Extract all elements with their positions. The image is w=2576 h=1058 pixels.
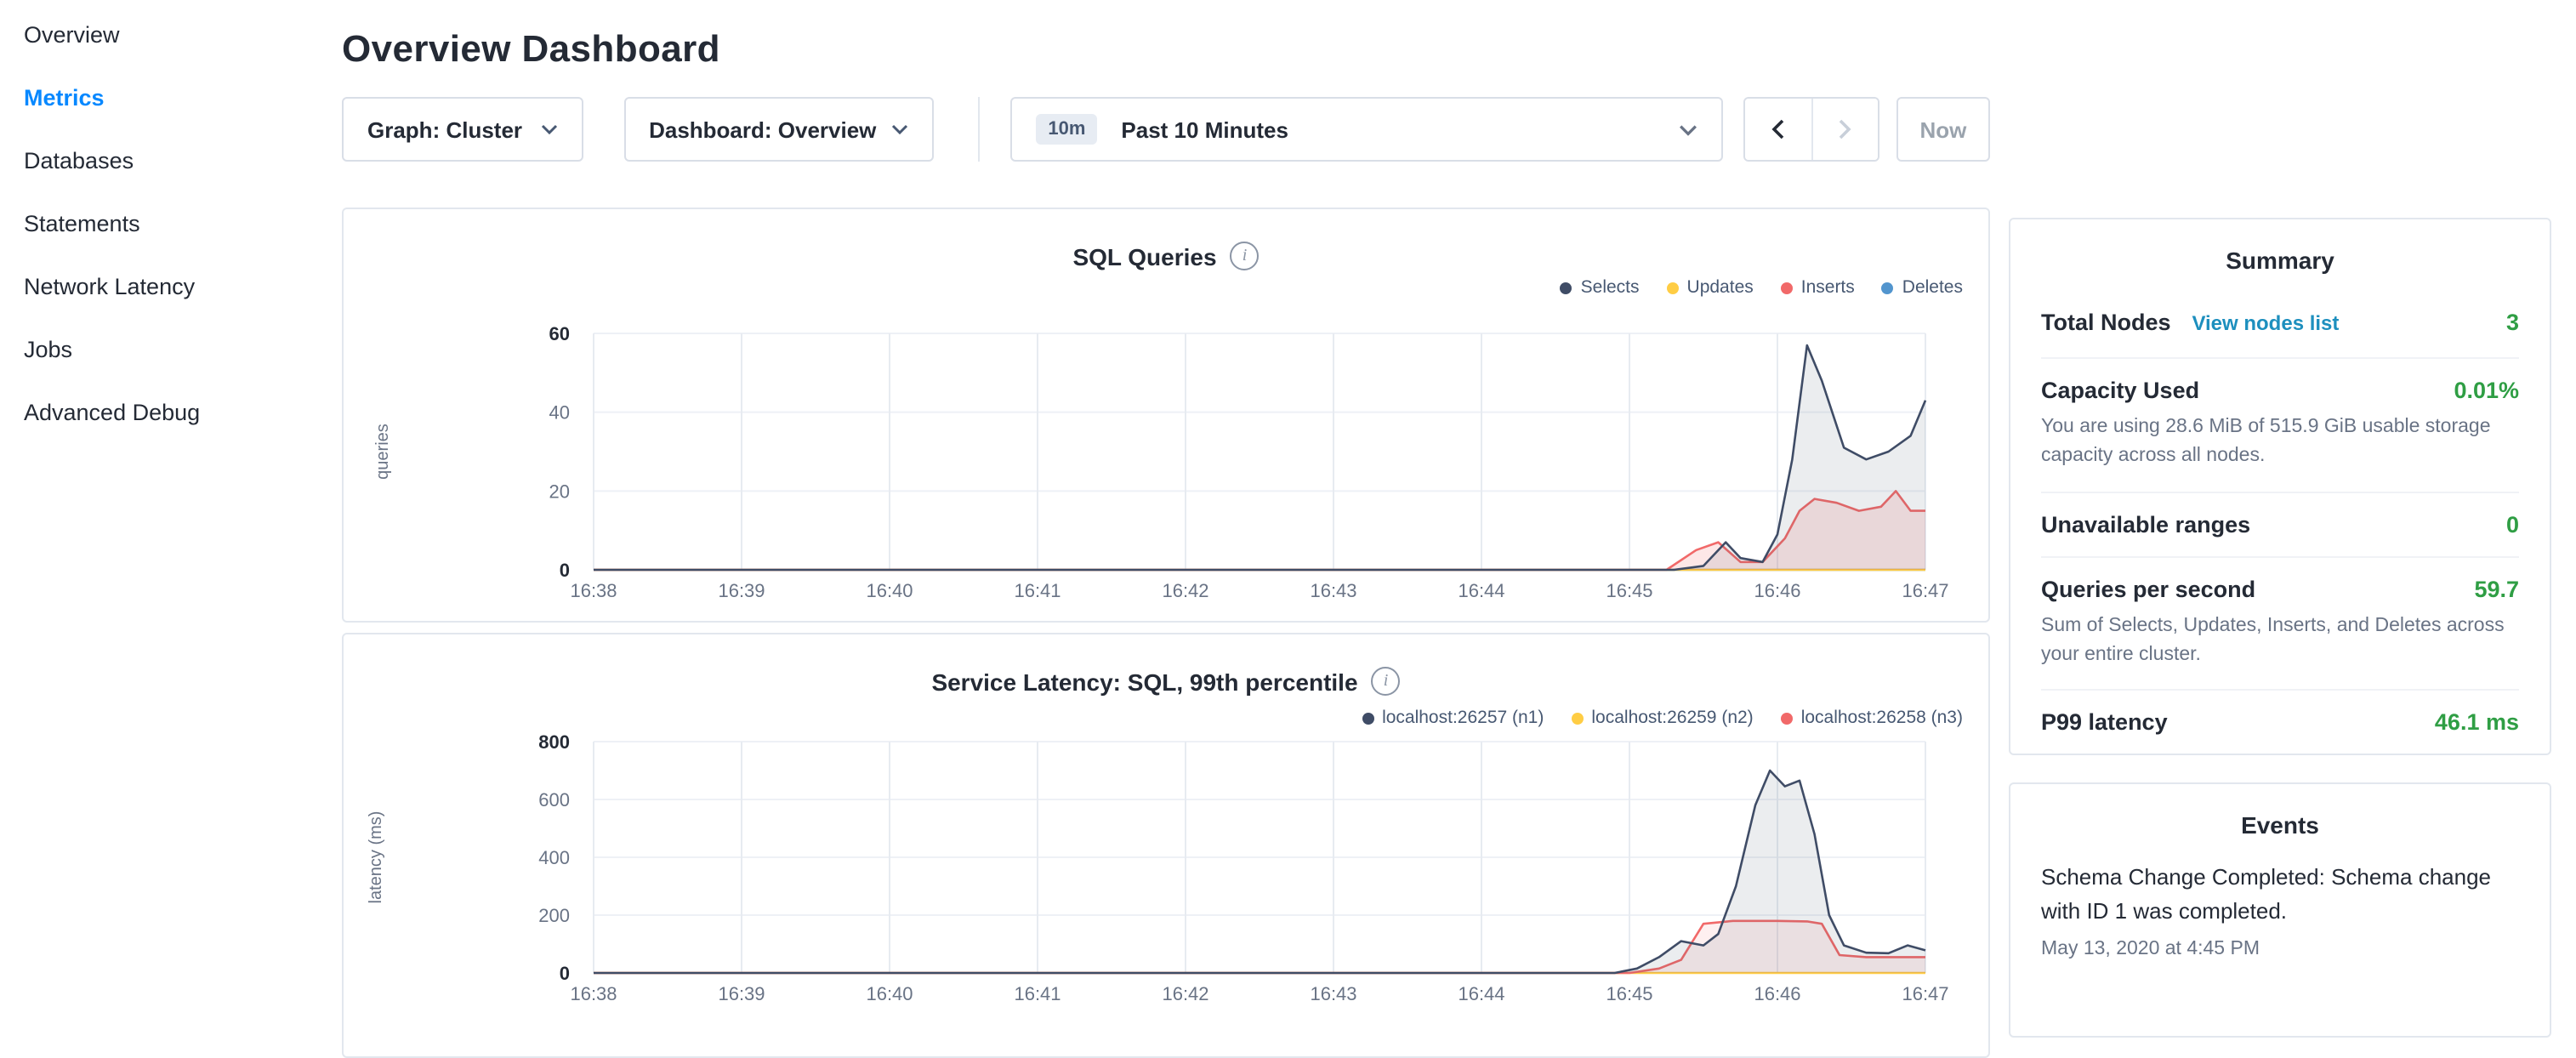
sidebar-item-network-latency[interactable]: Network Latency [0,255,342,318]
toolbar: Graph: Cluster Dashboard: Overview 10m P… [342,97,1990,162]
summary-value: 46.1 ms [2435,709,2519,735]
events-panel: Events Schema Change Completed: Schema c… [2009,782,2551,1038]
sidebar: OverviewMetricsDatabasesStatementsNetwor… [0,0,342,444]
summary-heading: Summary [2010,219,2550,289]
view-nodes-list-link[interactable]: View nodes list [2192,311,2339,335]
chevron-down-icon [1678,123,1697,135]
time-range-label: Past 10 Minutes [1121,117,1288,142]
svg-text:0: 0 [560,963,570,984]
summary-subtext: You are using 28.6 MiB of 515.9 GiB usab… [2041,413,2519,472]
main-content: Overview Dashboard Graph: Cluster Dashbo… [342,0,1990,1058]
summary-value: 59.7 [2474,576,2519,601]
svg-text:16:47: 16:47 [1902,983,1948,1004]
sidebar-item-advanced-debug[interactable]: Advanced Debug [0,381,342,444]
svg-text:16:42: 16:42 [1162,983,1208,1004]
chevron-left-icon [1771,119,1784,139]
summary-panel: Summary Total Nodes View nodes list 3 Ca… [2009,218,2551,755]
svg-text:16:44: 16:44 [1458,983,1504,1004]
svg-text:800: 800 [538,731,570,753]
summary-label: Capacity Used [2041,378,2199,403]
svg-text:16:45: 16:45 [1606,983,1652,1004]
summary-value: 0.01% [2454,378,2519,403]
graph-dropdown-label: Graph: Cluster [367,117,522,142]
page-title: Overview Dashboard [342,27,1990,71]
chevron-right-icon [1839,119,1852,139]
summary-row-p99-latency: P99 latency 46.1 ms [2041,691,2519,754]
svg-text:16:39: 16:39 [718,983,765,1004]
svg-text:16:40: 16:40 [866,983,913,1004]
svg-text:200: 200 [538,905,570,926]
sidebar-item-overview[interactable]: Overview [0,3,342,66]
svg-text:60: 60 [549,323,570,344]
sidebar-item-statements[interactable]: Statements [0,192,342,255]
svg-text:16:38: 16:38 [570,983,617,1004]
summary-subtext: Sum of Selects, Updates, Inserts, and De… [2041,611,2519,670]
svg-text:40: 40 [549,402,570,424]
svg-text:queries: queries [373,424,392,480]
app-root: OverviewMetricsDatabasesStatementsNetwor… [0,0,2576,1051]
summary-label: Total Nodes [2041,310,2171,335]
summary-value: 3 [2506,310,2519,335]
dashboard-dropdown[interactable]: Dashboard: Overview [623,97,934,162]
svg-text:20: 20 [549,481,570,502]
event-timestamp: May 13, 2020 at 4:45 PM [2041,939,2519,959]
svg-text:16:41: 16:41 [1014,580,1061,601]
sidebar-item-databases[interactable]: Databases [0,129,342,192]
summary-row-capacity-used: Capacity Used 0.01% You are using 28.6 M… [2041,359,2519,492]
svg-text:16:47: 16:47 [1902,580,1948,601]
svg-text:0: 0 [560,560,570,581]
sql-queries-panel: SQL Queries i SelectsUpdatesInsertsDelet… [342,208,1990,623]
now-button[interactable]: Now [1896,97,1990,162]
svg-text:16:46: 16:46 [1754,983,1800,1004]
time-step-group [1743,97,1879,162]
time-prev-button[interactable] [1744,99,1811,160]
summary-label: P99 latency [2041,709,2168,735]
svg-text:16:42: 16:42 [1162,580,1208,601]
svg-text:600: 600 [538,789,570,811]
service-latency-chart: 16:38 16:39 16:40 16:41 16:42 16:43 16:44 16:45… [344,634,1988,1056]
summary-label: Queries per second [2041,576,2255,601]
svg-text:16:39: 16:39 [718,580,765,601]
events-heading: Events [2010,784,2550,854]
svg-text:16:45: 16:45 [1606,580,1652,601]
time-next-button[interactable] [1811,99,1878,160]
svg-text:latency (ms): latency (ms) [367,811,385,904]
sidebar-item-jobs[interactable]: Jobs [0,318,342,381]
summary-value: 0 [2506,511,2519,537]
event-item[interactable]: Schema Change Completed: Schema change w… [2010,861,2550,959]
dashboard-dropdown-label: Dashboard: Overview [649,117,876,142]
svg-text:16:46: 16:46 [1754,580,1800,601]
summary-row-total-nodes: Total Nodes View nodes list 3 [2041,289,2519,359]
summary-row-unavailable-ranges: Unavailable ranges 0 [2041,492,2519,557]
svg-text:16:43: 16:43 [1310,983,1356,1004]
summary-row-queries-per-second: Queries per second 59.7 Sum of Selects, … [2041,557,2519,691]
summary-label: Unavailable ranges [2041,511,2250,537]
svg-text:16:40: 16:40 [866,580,913,601]
time-range-dropdown[interactable]: 10m Past 10 Minutes [1010,97,1722,162]
chevron-down-icon [540,124,557,134]
chevron-down-icon [891,124,908,134]
sidebar-item-metrics[interactable]: Metrics [0,66,342,129]
right-sidebar: Summary Total Nodes View nodes list 3 Ca… [2009,218,2551,1038]
graph-dropdown[interactable]: Graph: Cluster [342,97,583,162]
toolbar-divider [978,97,980,162]
svg-text:400: 400 [538,847,570,868]
sql-queries-chart: 16:38 16:39 16:40 16:41 16:42 16:43 16:44 16:45… [344,209,1988,621]
service-latency-panel: Service Latency: SQL, 99th percentile i … [342,633,1990,1058]
svg-text:16:41: 16:41 [1014,983,1061,1004]
svg-text:16:38: 16:38 [570,580,617,601]
svg-text:16:44: 16:44 [1458,580,1504,601]
time-range-badge: 10m [1036,114,1097,145]
svg-text:16:43: 16:43 [1310,580,1356,601]
event-message: Schema Change Completed: Schema change w… [2041,861,2519,927]
